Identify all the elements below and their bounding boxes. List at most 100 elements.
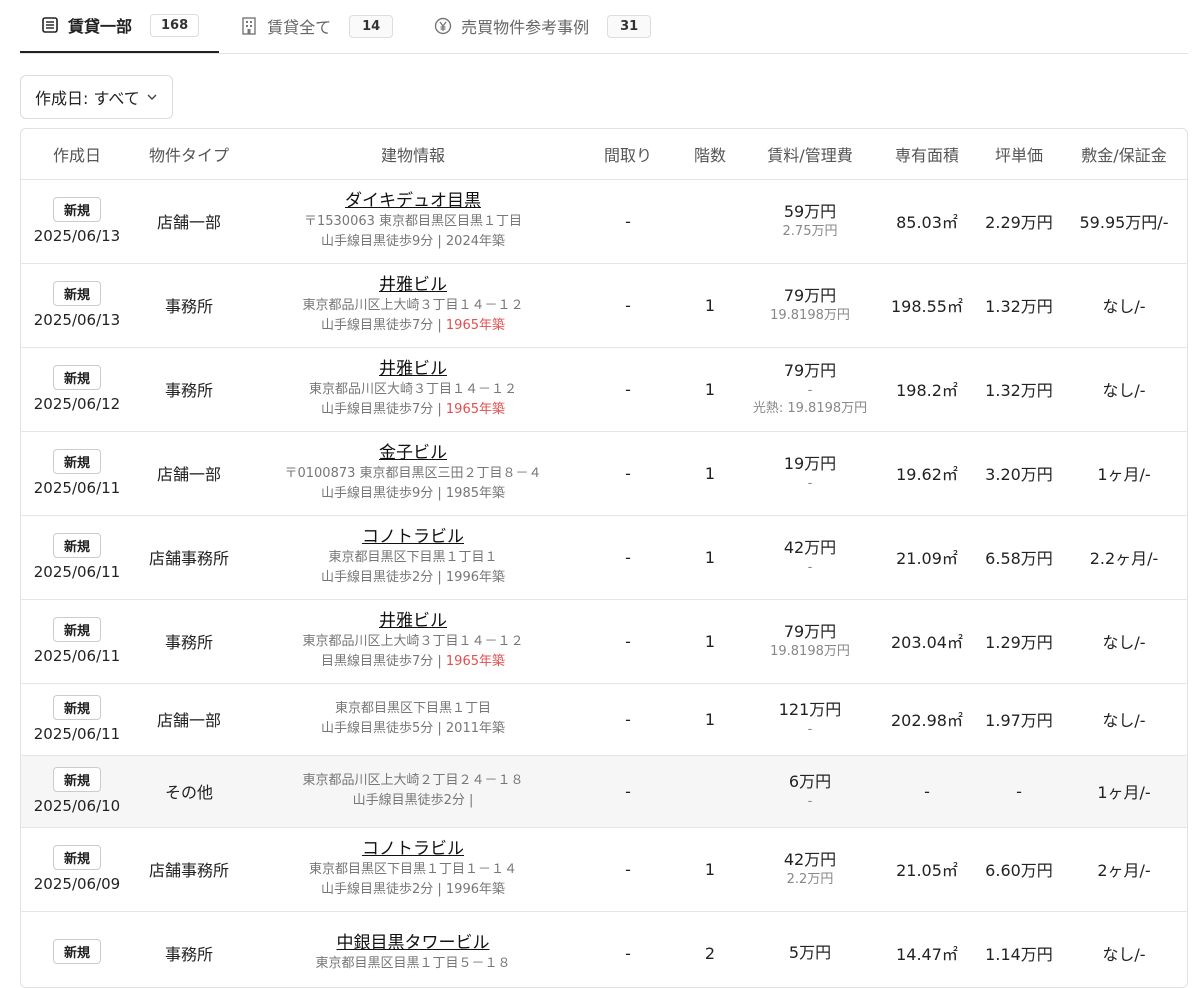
access-text: 山手線目黒徒歩9分 | bbox=[320, 234, 446, 249]
rent-value: 6万円 bbox=[788, 772, 832, 791]
created-cell: 新規 2025/06/11 bbox=[21, 431, 133, 516]
rent-value: 42万円 bbox=[783, 538, 837, 557]
tab-rental-all[interactable]: 賃貸全て 14 bbox=[219, 0, 413, 53]
column-header[interactable]: 建物情報 bbox=[245, 129, 581, 180]
office-icon bbox=[239, 16, 259, 36]
column-header[interactable]: 階数 bbox=[675, 129, 745, 180]
built-year: 1965年築 bbox=[445, 654, 505, 669]
tab-rental-partial[interactable]: 賃貸一部 168 bbox=[20, 0, 220, 53]
building-icon bbox=[40, 15, 60, 35]
building-name-link[interactable]: 金子ビル bbox=[245, 442, 581, 464]
created-cell: 新規 bbox=[21, 911, 133, 987]
management-fee: - bbox=[807, 476, 813, 491]
area-cell: 14.47㎡ bbox=[875, 911, 979, 987]
tsubo-price-cell: 2.29万円 bbox=[979, 179, 1059, 264]
created-date: 2025/06/11 bbox=[33, 725, 121, 743]
building-name-link[interactable]: 井雅ビル bbox=[245, 358, 581, 380]
management-fee: - bbox=[807, 722, 813, 737]
rent-value: 79万円 bbox=[783, 622, 837, 641]
deposit-cell: 2ヶ月/- bbox=[1059, 827, 1187, 912]
rent-value: 5万円 bbox=[788, 943, 832, 962]
table-row[interactable]: 新規 2025/06/11 事務所 井雅ビル 東京都品川区上大崎３丁目１４－１２ 目黒線目… bbox=[21, 599, 1187, 684]
rent-cell: 79万円 19.8198万円 bbox=[745, 599, 875, 684]
table-row[interactable]: 新規 2025/06/11 店舗一部 金子ビル 〒0100873 東京都目黒区三田２丁目… bbox=[21, 431, 1187, 516]
building-address: 〒0100873 東京都目黒区三田２丁目８－４ bbox=[284, 466, 542, 481]
tab-count-badge: 14 bbox=[349, 14, 394, 38]
created-date: 2025/06/11 bbox=[33, 647, 121, 665]
column-header[interactable]: 物件タイプ bbox=[133, 129, 245, 180]
building-name-link[interactable]: ダイキデュオ目黒 bbox=[245, 190, 581, 212]
access-text: 山手線目黒徒歩7分 | bbox=[320, 318, 446, 333]
column-header[interactable]: 間取り bbox=[581, 129, 675, 180]
area-cell: 21.09㎡ bbox=[875, 515, 979, 600]
tab-sales-cases[interactable]: 売買物件参考事例 31 bbox=[413, 0, 671, 53]
type-cell: 事務所 bbox=[133, 599, 245, 684]
building-address: 東京都目黒区下目黒１丁目１－１４ bbox=[308, 862, 517, 877]
building-access: 山手線目黒徒歩2分 | 1996年築 bbox=[245, 880, 581, 900]
created-date-filter[interactable]: 作成日: すべて bbox=[20, 75, 173, 119]
table-row[interactable]: 新規 2025/06/10 その他 東京都品川区上大崎２丁目２４－１８ 山手線目黒徒歩2… bbox=[21, 755, 1187, 828]
table-row[interactable]: 新規 事務所 中銀目黒タワービル 東京都目黒区目黒１丁目５－１８-2 5万円 14.47㎡… bbox=[21, 911, 1187, 987]
layout-cell: - bbox=[581, 347, 675, 432]
building-cell: コノトラビル 東京都目黒区下目黒１丁目１ 山手線目黒徒歩2分 | 1996年築 bbox=[245, 515, 581, 600]
building-name-link[interactable]: コノトラビル bbox=[245, 838, 581, 860]
column-header[interactable]: 坪単価 bbox=[979, 129, 1059, 180]
layout-cell: - bbox=[581, 431, 675, 516]
building-address: 東京都目黒区目黒１丁目５－１８ bbox=[315, 956, 511, 971]
table-row[interactable]: 新規 2025/06/12 事務所 井雅ビル 東京都品川区大崎３丁目１４－１２ 山手線目黒… bbox=[21, 347, 1187, 432]
area-cell: 85.03㎡ bbox=[875, 179, 979, 264]
area-cell: 202.98㎡ bbox=[875, 683, 979, 756]
access-text: 山手線目黒徒歩5分 | bbox=[320, 721, 446, 736]
built-year: 1965年築 bbox=[445, 402, 505, 417]
created-date: 2025/06/09 bbox=[33, 875, 121, 893]
filter-label: 作成日: すべて bbox=[35, 89, 140, 108]
type-cell: 店舗一部 bbox=[133, 179, 245, 264]
building-access: 山手線目黒徒歩7分 | 1965年築 bbox=[245, 316, 581, 336]
floor-cell: 1 bbox=[675, 599, 745, 684]
layout-cell: - bbox=[581, 179, 675, 264]
building-access: 山手線目黒徒歩9分 | 2024年築 bbox=[245, 232, 581, 252]
building-name-link[interactable]: 井雅ビル bbox=[245, 610, 581, 632]
new-badge: 新規 bbox=[52, 365, 101, 390]
column-header[interactable]: 敷金/保証金 bbox=[1059, 129, 1187, 180]
column-header[interactable]: 賃料/管理費 bbox=[745, 129, 875, 180]
building-access: 山手線目黒徒歩9分 | 1985年築 bbox=[245, 484, 581, 504]
floor-cell bbox=[675, 179, 745, 264]
tab-label: 売買物件参考事例 bbox=[461, 18, 590, 37]
building-name-link[interactable]: コノトラビル bbox=[245, 526, 581, 548]
building-access: 目黒線目黒徒歩7分 | 1965年築 bbox=[245, 652, 581, 672]
layout-cell: - bbox=[581, 755, 675, 828]
building-cell: 中銀目黒タワービル東京都目黒区目黒１丁目５－１８ bbox=[245, 911, 581, 987]
column-header[interactable]: 作成日 bbox=[21, 129, 133, 180]
utility-fee: 光熱: 19.8198万円 bbox=[752, 401, 868, 416]
tsubo-price-cell: 6.58万円 bbox=[979, 515, 1059, 600]
tsubo-price-cell: 1.32万円 bbox=[979, 347, 1059, 432]
building-address: 東京都品川区上大崎２丁目２４－１８ bbox=[302, 773, 524, 788]
area-cell: - bbox=[875, 755, 979, 828]
table-row[interactable]: 新規 2025/06/13 店舗一部 ダイキデュオ目黒 〒1530063 東京都目黒区目… bbox=[21, 179, 1187, 264]
rent-cell: 42万円 2.2万円 bbox=[745, 827, 875, 912]
created-cell: 新規 2025/06/13 bbox=[21, 263, 133, 348]
new-badge: 新規 bbox=[52, 281, 101, 306]
deposit-cell: 2.2ヶ月/- bbox=[1059, 515, 1187, 600]
deposit-cell: 59.95万円/- bbox=[1059, 179, 1187, 264]
new-badge: 新規 bbox=[52, 197, 101, 222]
table-row[interactable]: 新規 2025/06/11 店舗一部 東京都目黒区下目黒１丁目 山手線目黒徒歩5分 | … bbox=[21, 683, 1187, 756]
rent-cell: 79万円 19.8198万円 bbox=[745, 263, 875, 348]
table-row[interactable]: 新規 2025/06/11 店舗事務所 コノトラビル 東京都目黒区下目黒１丁目１ 山手線目… bbox=[21, 515, 1187, 600]
floor-cell: 1 bbox=[675, 431, 745, 516]
building-name-link[interactable]: 中銀目黒タワービル bbox=[245, 932, 581, 954]
rent-value: 79万円 bbox=[783, 361, 837, 380]
table-row[interactable]: 新規 2025/06/09 店舗事務所 コノトラビル 東京都目黒区下目黒１丁目１－１４ 山… bbox=[21, 827, 1187, 912]
building-cell: 東京都目黒区下目黒１丁目 山手線目黒徒歩5分 | 2011年築 bbox=[245, 683, 581, 756]
building-name-link[interactable]: 井雅ビル bbox=[245, 274, 581, 296]
built-year: 1965年築 bbox=[445, 318, 505, 333]
rent-cell: 121万円 - bbox=[745, 683, 875, 756]
column-header[interactable]: 専有面積 bbox=[875, 129, 979, 180]
type-cell: 店舗一部 bbox=[133, 683, 245, 756]
deposit-cell: なし/- bbox=[1059, 683, 1187, 756]
deposit-cell: 1ヶ月/- bbox=[1059, 431, 1187, 516]
tab-count-badge: 31 bbox=[607, 14, 652, 38]
tab-label: 賃貸全て bbox=[267, 18, 332, 37]
table-row[interactable]: 新規 2025/06/13 事務所 井雅ビル 東京都品川区上大崎３丁目１４－１２ 山手線目… bbox=[21, 263, 1187, 348]
